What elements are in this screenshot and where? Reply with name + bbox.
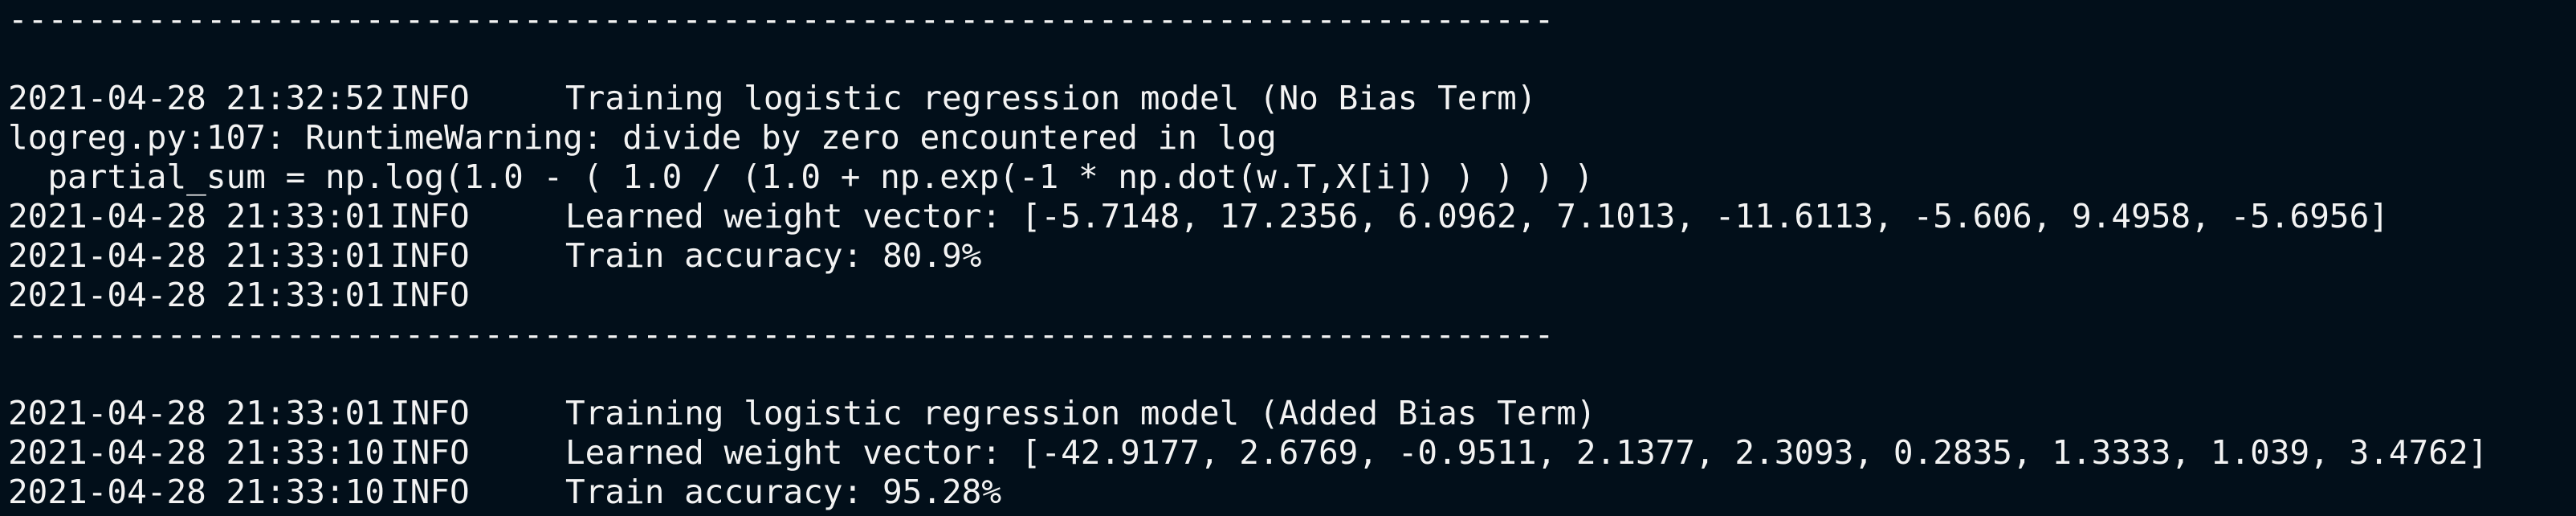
log-line: 2021-04-28 21:33:10 INFO Learned weight ve… — [8, 433, 2488, 473]
log-level: INFO — [390, 236, 470, 275]
log-timestamp: 2021-04-28 21:33:01 — [8, 394, 385, 432]
log-message: Training logistic regression model (Adde… — [565, 394, 1596, 432]
log-message: Train accuracy: 80.9% — [565, 236, 982, 275]
log-timestamp: 2021-04-28 21:33:01 — [8, 236, 385, 275]
log-message: Learned weight vector: [-5.7148, 17.2356… — [565, 197, 2389, 235]
log-line: 2021-04-28 21:33:01 INFO Training logistic… — [8, 394, 1596, 433]
log-timestamp: 2021-04-28 21:32:52 — [8, 79, 385, 117]
log-level: INFO — [390, 79, 470, 117]
log-level: INFO — [390, 473, 470, 511]
log-level: INFO — [390, 394, 470, 432]
warning-line: logreg.py:107: RuntimeWarning: divide by… — [8, 118, 1277, 158]
log-line: 2021-04-28 21:32:52 INFO Training logistic… — [8, 79, 1537, 118]
code-line: partial_sum = np.log(1.0 - ( 1.0 / (1.0 … — [8, 158, 1594, 197]
log-line: 2021-04-28 21:33:01 INFO Learned weight ve… — [8, 197, 2389, 236]
terminal-line-text: ----------------------------------------… — [8, 315, 1555, 354]
terminal-line-text: logreg.py:107: RuntimeWarning: divide by… — [8, 118, 1277, 157]
log-message: Train accuracy: 95.28% — [565, 473, 1002, 511]
log-line: 2021-04-28 21:33:10 INFO Train accuracy: 9… — [8, 473, 1001, 512]
log-line: 2021-04-28 21:33:01 INFO Train accuracy: 8… — [8, 236, 981, 276]
log-timestamp: 2021-04-28 21:33:01 — [8, 276, 385, 314]
terminal-line-text: ----------------------------------------… — [8, 0, 1555, 39]
log-timestamp: 2021-04-28 21:33:01 — [8, 197, 385, 235]
terminal-window[interactable]: ----------------------------------------… — [0, 0, 2576, 516]
log-level: INFO — [390, 197, 470, 235]
log-message: Learned weight vector: [-42.9177, 2.6769… — [565, 433, 2488, 472]
log-timestamp: 2021-04-28 21:33:10 — [8, 473, 385, 511]
log-line: 2021-04-28 21:33:01 INFO — [8, 276, 565, 315]
separator-line: ----------------------------------------… — [8, 0, 1554, 39]
log-level: INFO — [390, 433, 470, 472]
log-message: Training logistic regression model (No B… — [565, 79, 1537, 117]
separator-line: ----------------------------------------… — [8, 315, 1554, 354]
terminal-line-text: partial_sum = np.log(1.0 - ( 1.0 / (1.0 … — [8, 158, 1594, 196]
log-timestamp: 2021-04-28 21:33:10 — [8, 433, 385, 472]
log-level: INFO — [390, 276, 470, 314]
